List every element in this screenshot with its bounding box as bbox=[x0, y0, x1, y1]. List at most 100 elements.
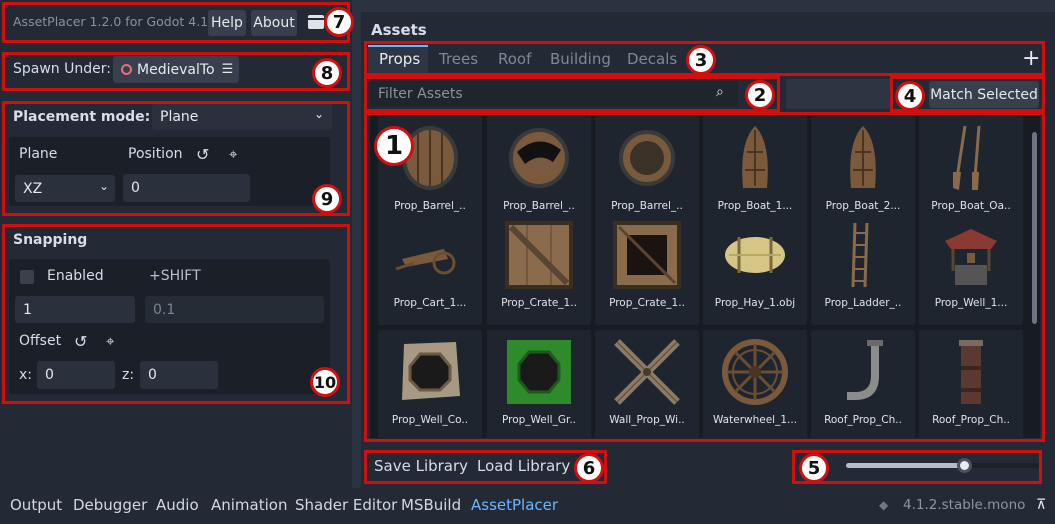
cart-icon bbox=[394, 219, 466, 291]
tab-building[interactable]: Building bbox=[550, 46, 611, 72]
badge-4: 4 bbox=[895, 81, 925, 111]
asset-item-label: Prop_Barrel_.. bbox=[394, 200, 466, 212]
enabled-checkbox[interactable] bbox=[20, 270, 34, 284]
asset-item[interactable]: Prop_Ladder_.. bbox=[811, 213, 915, 325]
tab-debugger[interactable]: Debugger bbox=[73, 496, 147, 514]
asset-item-label: Prop_Ladder_.. bbox=[824, 297, 902, 309]
hay-icon bbox=[719, 219, 791, 291]
placement-mode-select[interactable]: Plane ⌄ bbox=[152, 104, 332, 130]
crosshair-icon[interactable]: ⌖ bbox=[229, 145, 237, 163]
asset-item-label: Prop_Hay_1.obj bbox=[714, 297, 796, 309]
asset-item[interactable]: Prop_Crate_1.. bbox=[595, 213, 699, 325]
badge-5: 5 bbox=[799, 453, 829, 483]
pin-panel-icon[interactable]: ⊼ bbox=[1036, 497, 1046, 513]
asset-item[interactable]: Wall_Prop_Wi.. bbox=[595, 330, 699, 442]
snapping-title: Snapping bbox=[13, 232, 88, 248]
asset-item[interactable]: Prop_Barrel_.. bbox=[487, 116, 591, 228]
plane-label: Plane bbox=[19, 146, 58, 162]
reset-icon[interactable]: ↺ bbox=[74, 332, 87, 351]
asset-item-label: Prop_Crate_1.. bbox=[609, 297, 685, 309]
offset-z-input[interactable]: 0 bbox=[140, 361, 218, 389]
asset-item-label: Roof_Prop_Ch.. bbox=[824, 414, 902, 426]
asset-item[interactable]: Prop_Boat_2... bbox=[811, 116, 915, 228]
asset-item[interactable]: Prop_Crate_1.. bbox=[487, 213, 591, 325]
asset-item-label: Wall_Prop_Wi.. bbox=[609, 414, 685, 426]
spawn-under-label: Spawn Under: bbox=[13, 61, 111, 77]
tab-audio[interactable]: Audio bbox=[156, 496, 199, 514]
asset-item[interactable]: Prop_Cart_1... bbox=[378, 213, 482, 325]
asset-item[interactable]: Prop_Well_Gr.. bbox=[487, 330, 591, 442]
snap-step-input[interactable]: 1 bbox=[15, 296, 135, 323]
plane-select[interactable]: XZ ⌄ bbox=[15, 175, 115, 202]
asset-item-label: Prop_Barrel_.. bbox=[503, 200, 575, 212]
crosshair-icon[interactable]: ⌖ bbox=[106, 332, 114, 350]
version-label: 4.1.2.stable.mono bbox=[903, 497, 1026, 513]
chevron-down-icon: ⌄ bbox=[313, 107, 324, 121]
filter-assets-input[interactable]: Filter Assets bbox=[370, 81, 738, 107]
select-node-icon: ☰ bbox=[221, 62, 234, 77]
shift-label: +SHIFT bbox=[149, 268, 201, 284]
chimney-pipe-icon bbox=[827, 336, 899, 408]
chevron-down-icon: ⌄ bbox=[98, 179, 109, 193]
boat-icon bbox=[827, 122, 899, 194]
reset-icon[interactable]: ↺ bbox=[196, 145, 209, 164]
windmill-icon bbox=[611, 336, 683, 408]
tab-assetplacer[interactable]: AssetPlacer bbox=[471, 496, 558, 514]
tab-output[interactable]: Output bbox=[10, 496, 62, 514]
offset-x-label: x: bbox=[19, 367, 33, 383]
asset-item[interactable]: Waterwheel_1... bbox=[703, 330, 807, 442]
tab-props-label: Props bbox=[379, 50, 421, 68]
asset-item[interactable]: Prop_Barrel_.. bbox=[595, 116, 699, 228]
asset-item[interactable]: Roof_Prop_Ch.. bbox=[811, 330, 915, 442]
offset-z-label: z: bbox=[122, 367, 135, 383]
asset-item[interactable]: Prop_Well_1... bbox=[919, 213, 1023, 325]
plugin-title: AssetPlacer 1.2.0 for Godot 4.1. bbox=[13, 14, 213, 29]
load-library-button[interactable]: Load Library bbox=[477, 457, 570, 475]
asset-item[interactable]: Prop_Boat_Oa.. bbox=[919, 116, 1023, 228]
filter-spacer bbox=[786, 79, 890, 109]
add-tab-button[interactable]: + bbox=[1022, 46, 1040, 71]
match-selected-button[interactable]: Match Selected bbox=[929, 81, 1039, 108]
folder-icon[interactable] bbox=[308, 15, 324, 29]
asset-item[interactable]: Roof_Prop_Ch.. bbox=[919, 330, 1023, 442]
asset-item[interactable]: Prop_Hay_1.obj bbox=[703, 213, 807, 325]
asset-item-label: Prop_Barrel_.. bbox=[611, 200, 683, 212]
crate-open-icon bbox=[611, 219, 683, 291]
assets-title: Assets bbox=[371, 21, 427, 39]
position-input[interactable]: 0 bbox=[123, 174, 250, 202]
tab-animation[interactable]: Animation bbox=[211, 496, 287, 514]
help-button[interactable]: Help bbox=[208, 10, 246, 36]
asset-item[interactable]: Prop_Well_Co.. bbox=[378, 330, 482, 442]
tab-shader-editor[interactable]: Shader Editor bbox=[295, 496, 397, 514]
asset-item-label: Prop_Well_Gr.. bbox=[501, 414, 577, 426]
about-button[interactable]: About bbox=[251, 10, 297, 36]
tab-roof[interactable]: Roof bbox=[498, 46, 531, 72]
tab-trees[interactable]: Trees bbox=[439, 46, 478, 72]
slider-fill bbox=[846, 463, 965, 468]
badge-9: 9 bbox=[312, 184, 342, 214]
spawn-node-button[interactable]: MedievalTo ☰ bbox=[113, 56, 239, 83]
tab-decals[interactable]: Decals bbox=[627, 46, 677, 72]
waterwheel-icon bbox=[719, 336, 791, 408]
position-label: Position bbox=[128, 146, 183, 162]
badge-1: 1 bbox=[374, 126, 414, 166]
asset-item[interactable]: Prop_Boat_1... bbox=[703, 116, 807, 228]
badge-2: 2 bbox=[745, 80, 775, 110]
spawn-node-name: MedievalTo bbox=[137, 61, 215, 78]
grid-scrollbar[interactable] bbox=[1032, 132, 1037, 324]
oars-icon bbox=[935, 122, 1007, 194]
asset-item-label: Roof_Prop_Ch.. bbox=[932, 414, 1010, 426]
badge-7: 7 bbox=[324, 7, 354, 37]
thumbnail-size-slider[interactable] bbox=[846, 458, 1040, 473]
search-icon[interactable]: ⌕ bbox=[716, 84, 724, 100]
asset-item-label: Prop_Well_1... bbox=[934, 297, 1008, 309]
enabled-label: Enabled bbox=[47, 268, 104, 284]
asset-item-label: Prop_Cart_1... bbox=[393, 297, 467, 309]
badge-3: 3 bbox=[686, 45, 716, 75]
boat-icon bbox=[719, 122, 791, 194]
offset-x-input[interactable]: 0 bbox=[37, 361, 115, 389]
asset-item-label: Prop_Boat_2... bbox=[825, 200, 901, 212]
snap-shift-step-input: 0.1 bbox=[145, 296, 324, 323]
save-library-button[interactable]: Save Library bbox=[374, 457, 468, 475]
tab-msbuild[interactable]: MSBuild bbox=[401, 496, 461, 514]
